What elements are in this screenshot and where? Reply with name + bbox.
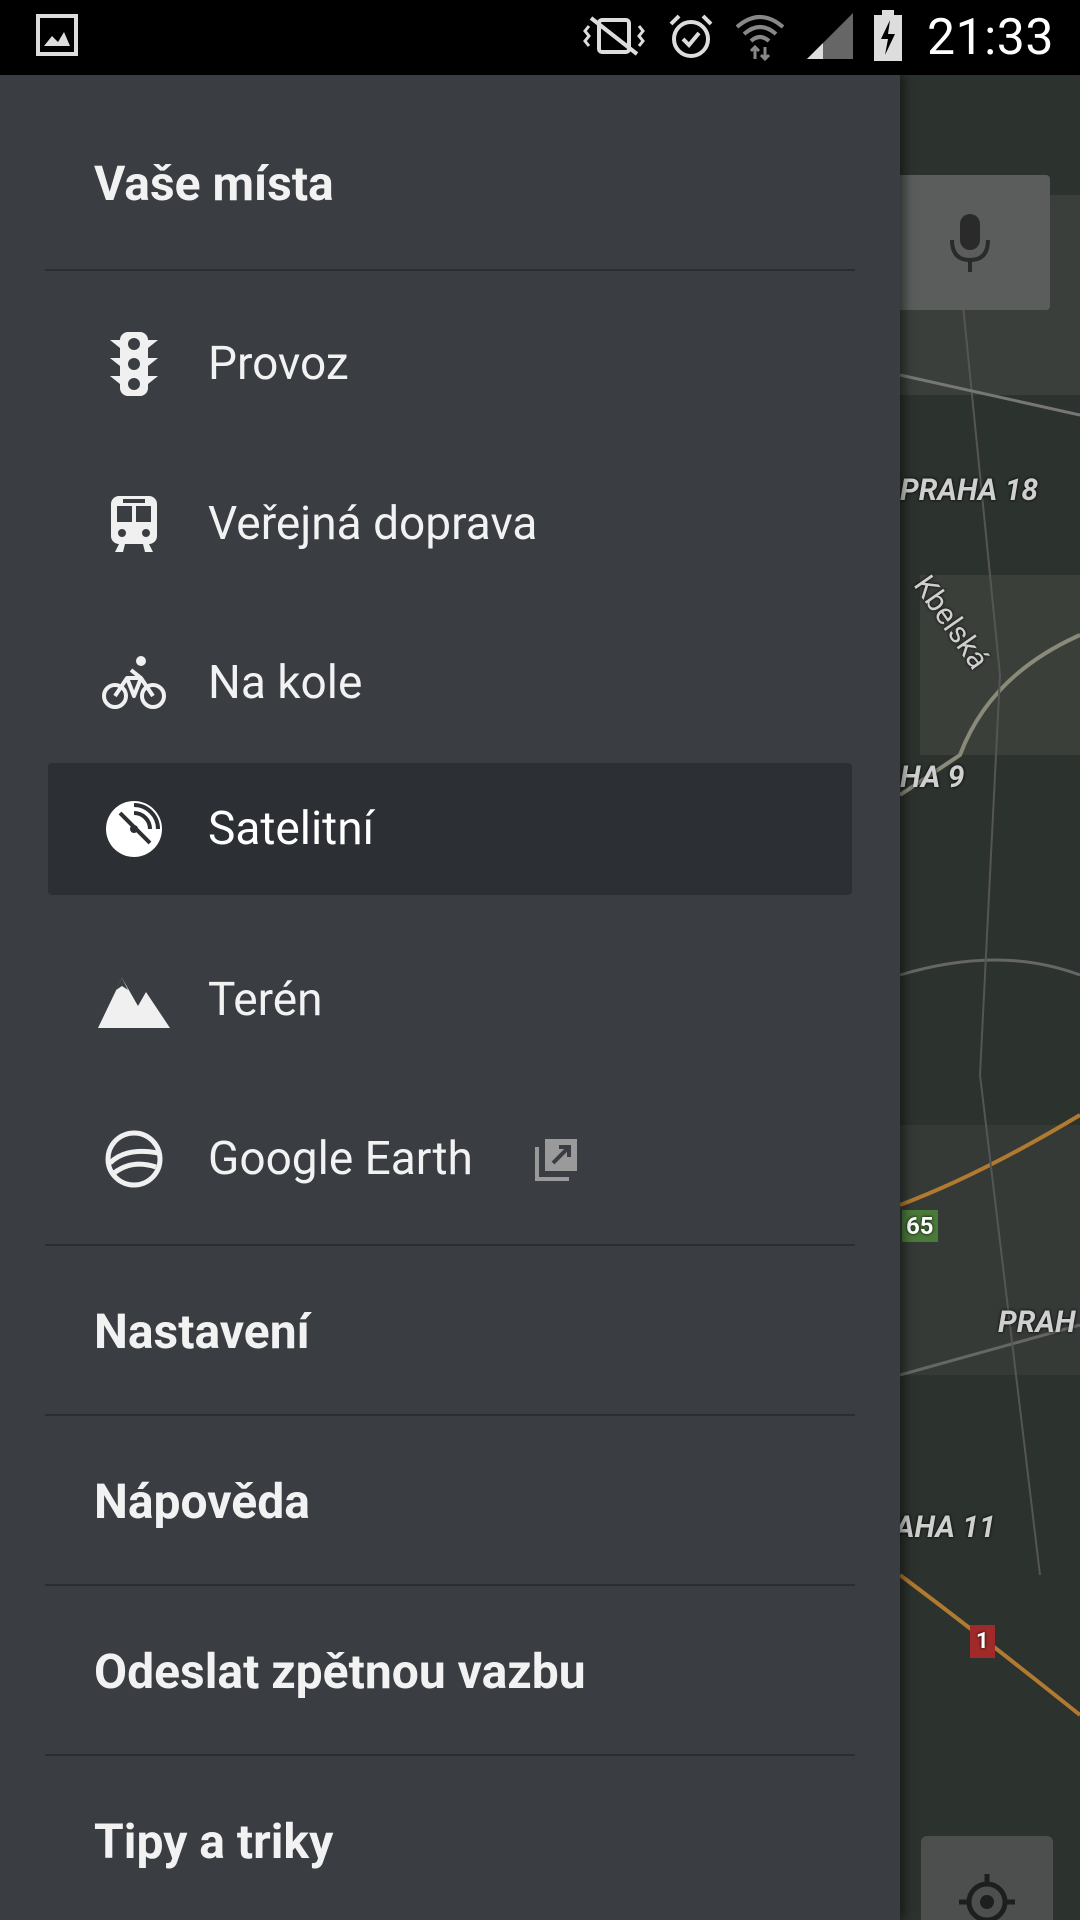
layer-bicycling[interactable]: Na kole xyxy=(48,617,852,749)
status-time: 21:33 xyxy=(926,9,1054,67)
traffic-light-icon xyxy=(94,332,174,396)
your-places-link[interactable]: Vaše místa xyxy=(94,155,334,212)
divider xyxy=(45,1244,855,1246)
bicycle-icon xyxy=(94,654,174,712)
layer-label: Veřejná doprava xyxy=(208,497,538,551)
layer-label: Terén xyxy=(208,973,323,1027)
map-label: 1 xyxy=(970,1625,995,1658)
navigation-drawer: Vaše místa Provoz Veřejná doprava Na kol… xyxy=(0,75,900,1920)
signal-icon xyxy=(805,11,855,65)
help-link[interactable]: Nápověda xyxy=(94,1473,310,1530)
alarm-icon xyxy=(667,12,715,64)
tips-and-tricks-link[interactable]: Tipy a triky xyxy=(94,1813,333,1870)
my-location-icon xyxy=(959,1874,1015,1920)
layer-traffic[interactable]: Provoz xyxy=(48,298,852,430)
divider xyxy=(45,1584,855,1586)
battery-charging-icon xyxy=(873,10,903,66)
divider xyxy=(45,1414,855,1416)
layer-transit[interactable]: Veřejná doprava xyxy=(48,458,852,590)
map-label: PRAHA 18 xyxy=(900,473,1039,508)
wifi-icon xyxy=(733,11,787,65)
layer-satellite[interactable]: Satelitní xyxy=(48,763,852,895)
voice-search-button[interactable] xyxy=(890,175,1050,310)
map-label: AHA 11 xyxy=(895,1510,996,1545)
layer-terrain[interactable]: Terén xyxy=(48,934,852,1066)
terrain-icon xyxy=(94,972,174,1028)
layer-label: Google Earth xyxy=(208,1132,473,1186)
earth-icon xyxy=(94,1129,174,1189)
gallery-icon xyxy=(36,14,78,60)
mic-icon xyxy=(950,213,990,272)
status-bar: 21:33 xyxy=(0,0,1080,75)
map-label: HA 9 xyxy=(900,760,965,795)
divider xyxy=(45,269,855,271)
transit-icon xyxy=(94,494,174,554)
layer-google-earth[interactable]: Google Earth xyxy=(48,1093,852,1225)
settings-link[interactable]: Nastavení xyxy=(94,1303,310,1360)
vibrate-icon xyxy=(579,12,649,64)
send-feedback-link[interactable]: Odeslat zpětnou vazbu xyxy=(94,1643,586,1700)
divider xyxy=(45,1754,855,1756)
map-label: PRAH xyxy=(998,1305,1076,1340)
my-location-button[interactable] xyxy=(921,1836,1053,1920)
satellite-icon xyxy=(94,799,174,859)
layer-label: Satelitní xyxy=(208,802,374,856)
map-label: 65 xyxy=(902,1210,938,1242)
layer-label: Na kole xyxy=(208,656,363,710)
external-link-icon xyxy=(534,1137,579,1181)
layer-label: Provoz xyxy=(208,337,349,391)
